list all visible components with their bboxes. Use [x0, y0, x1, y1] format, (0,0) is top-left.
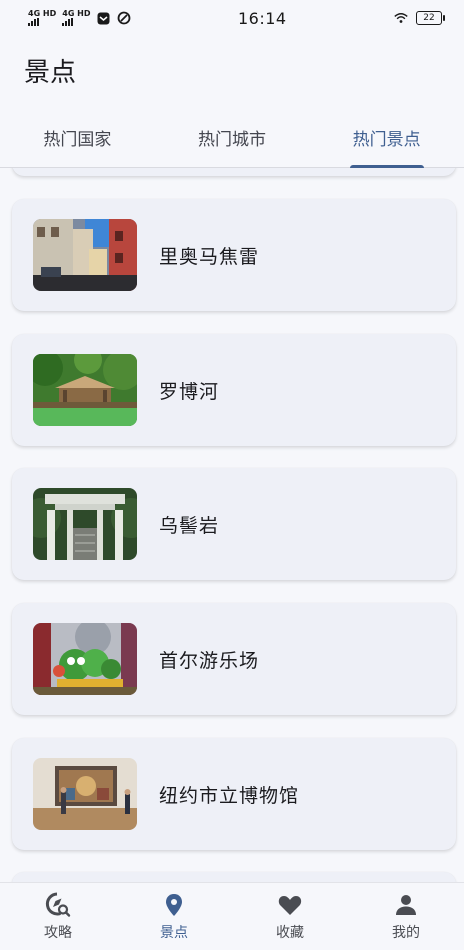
- attraction-name: 乌髻岩: [159, 514, 220, 537]
- notification-icon: [97, 11, 111, 25]
- tab-popular-cities[interactable]: 热门城市: [155, 108, 310, 167]
- tab-label: 热门景点: [352, 130, 421, 150]
- status-right: 22: [394, 11, 445, 25]
- nav-label: 攻略: [44, 924, 72, 941]
- nav-label: 我的: [392, 924, 420, 941]
- person-icon: [393, 892, 419, 918]
- attraction-name: 首尔游乐场: [159, 649, 260, 672]
- list-item[interactable]: [12, 168, 456, 176]
- museum-photo: [33, 758, 137, 830]
- tab-bar: 热门国家 热门城市 热门景点: [0, 108, 464, 168]
- sync-icon: [117, 11, 131, 25]
- status-left: 4G HD 4G HD: [28, 10, 131, 26]
- list-item[interactable]: [12, 872, 456, 882]
- attraction-card[interactable]: 里奥马焦雷: [12, 199, 456, 311]
- heart-icon: [277, 892, 303, 918]
- tab-popular-attractions[interactable]: 热门景点: [309, 108, 464, 168]
- attraction-name: 里奥马焦雷: [159, 245, 260, 268]
- nav-label: 收藏: [276, 924, 304, 941]
- signal-bars-icon: [62, 18, 74, 26]
- pavilion-photo: [33, 354, 137, 426]
- signal-bars-icon: [28, 18, 39, 26]
- tab-label: 热门城市: [198, 130, 266, 150]
- clock: 16:14: [237, 8, 287, 28]
- nav-profile[interactable]: 我的: [348, 883, 464, 950]
- tab-popular-countries[interactable]: 热门国家: [0, 108, 155, 167]
- tab-active-indicator: [349, 165, 424, 168]
- network-label-2: 4G HD: [62, 9, 91, 18]
- nav-attractions[interactable]: 景点: [116, 883, 232, 950]
- attraction-name: 罗博河: [159, 380, 220, 403]
- app-screen: 4G HD 4G HD 16:14 22 景点 热门国家 热门城市 热门景点 里…: [0, 0, 464, 950]
- signal-1: 4G HD: [28, 10, 56, 26]
- network-label-1: 4G HD: [28, 9, 57, 18]
- street-photo: [33, 219, 137, 291]
- nav-favorites[interactable]: 收藏: [232, 883, 348, 950]
- attraction-name: 纽约市立博物馆: [159, 784, 300, 807]
- gate-photo: [33, 488, 137, 560]
- tab-label: 热门国家: [43, 130, 112, 150]
- bottom-navigation: 攻略 景点 收藏 我的: [0, 882, 464, 950]
- compass-search-icon: [45, 892, 71, 918]
- attraction-list[interactable]: 里奥马焦雷 罗博河 乌髻岩 首尔游乐场 纽约市立博物馆: [0, 168, 464, 882]
- attraction-card[interactable]: 罗博河: [12, 334, 456, 446]
- page-title: 景点: [24, 58, 77, 88]
- attraction-card[interactable]: 纽约市立博物馆: [12, 738, 456, 850]
- location-pin-icon: [161, 892, 187, 918]
- wifi-icon: [394, 11, 408, 25]
- battery-icon: 22: [415, 11, 445, 25]
- signal-2: 4G HD: [62, 9, 91, 26]
- amusement-photo: [33, 623, 137, 695]
- nav-guide[interactable]: 攻略: [0, 883, 116, 950]
- nav-label: 景点: [160, 924, 188, 941]
- attraction-card[interactable]: 首尔游乐场: [12, 603, 456, 715]
- attraction-card[interactable]: 乌髻岩: [12, 468, 456, 580]
- status-bar: 4G HD 4G HD 16:14 22: [0, 0, 464, 36]
- battery-level: 22: [423, 13, 435, 23]
